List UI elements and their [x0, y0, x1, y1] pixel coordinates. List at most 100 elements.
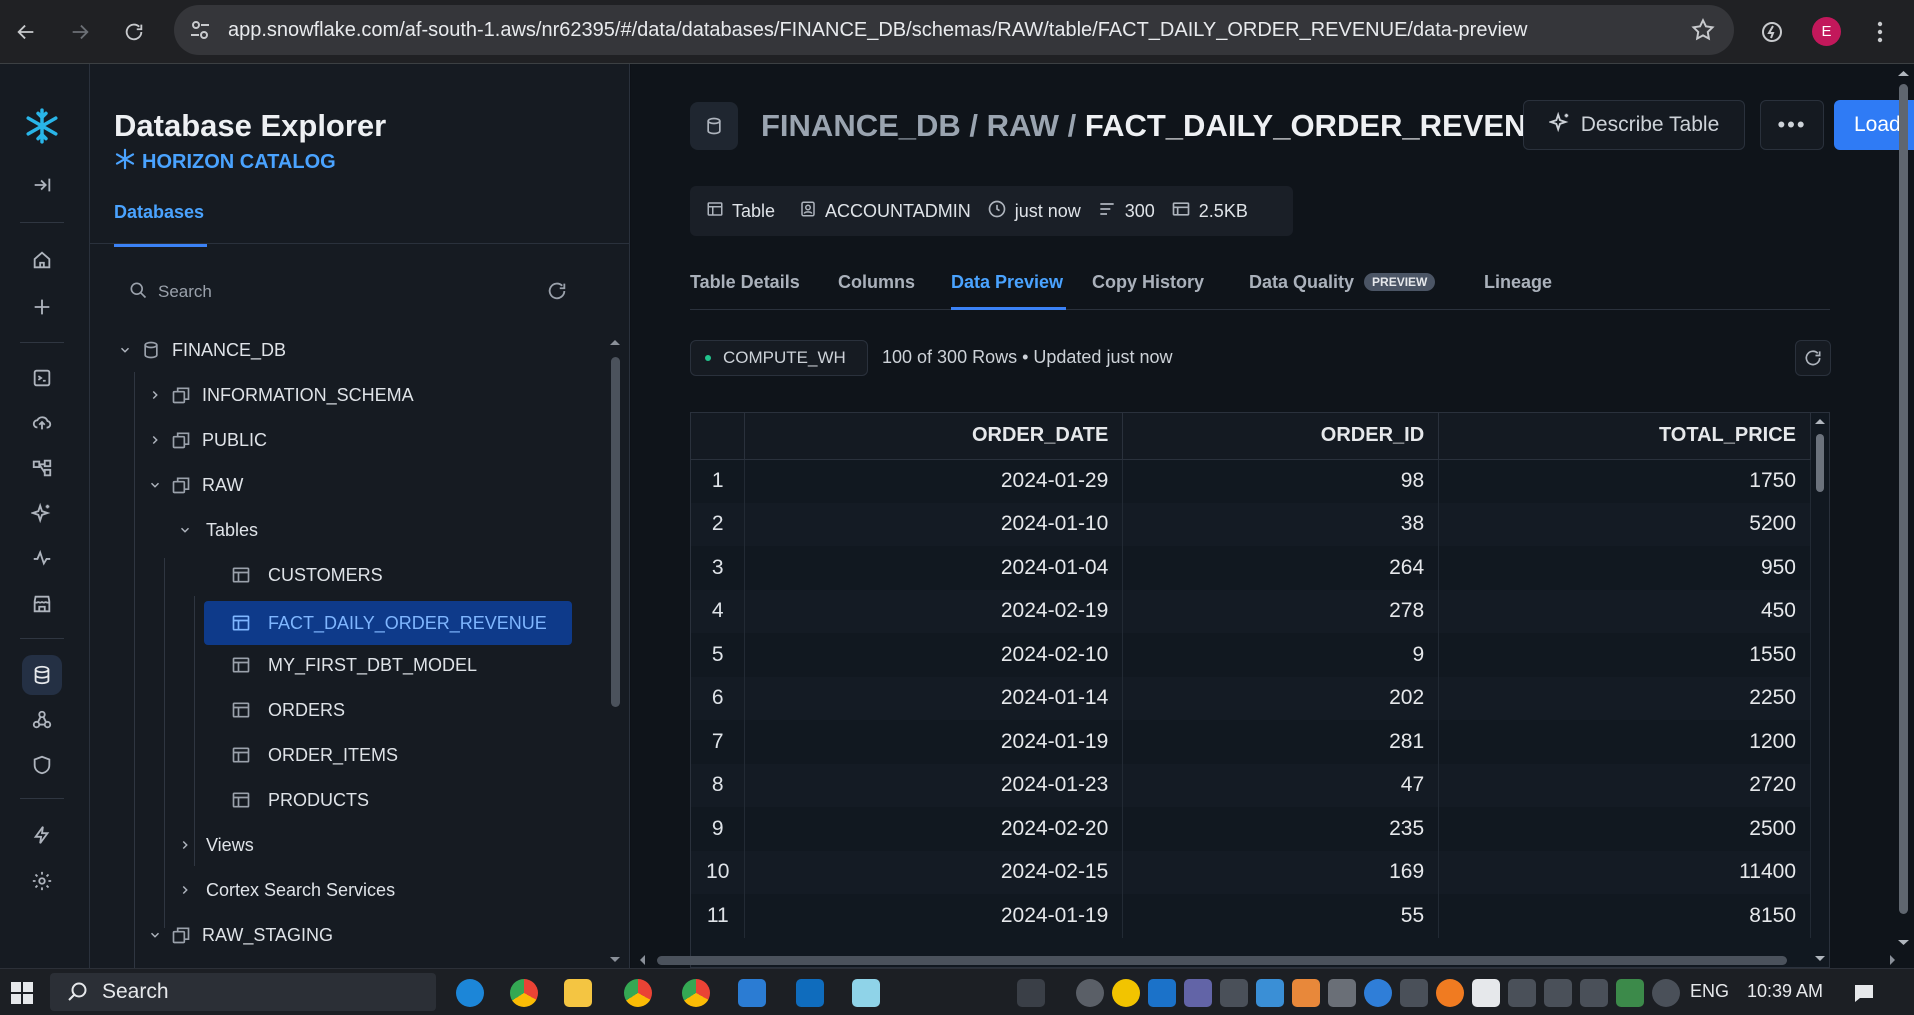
language-indicator[interactable]: ENG [1690, 981, 1729, 1002]
chevron-down-icon[interactable] [114, 343, 136, 357]
cell-order-id[interactable]: 38 [1122, 502, 1440, 546]
taskbar-search[interactable]: Search [50, 973, 436, 1011]
chevron-down-icon[interactable] [144, 928, 166, 942]
table-row[interactable]: 8 2024-01-23 47 2720 [691, 763, 1811, 807]
chevron-right-icon[interactable] [144, 433, 166, 447]
ai-studio-icon[interactable] [22, 493, 62, 533]
address-bar[interactable]: app.snowflake.com/af-south-1.aws/nr62395… [174, 5, 1734, 55]
bookmark-star-icon[interactable] [1690, 17, 1716, 48]
marketplace-icon[interactable] [22, 584, 62, 624]
tree-item-public[interactable]: PUBLIC [144, 420, 267, 460]
horizontal-scrollbar[interactable] [635, 952, 1900, 968]
breadcrumb-schema[interactable]: RAW [987, 108, 1059, 143]
cell-order-date[interactable]: 2024-01-14 [744, 676, 1124, 720]
table-row[interactable]: 7 2024-01-19 281 1200 [691, 720, 1811, 764]
cell-order-date[interactable]: 2024-02-19 [744, 589, 1124, 633]
tree-item-information-schema[interactable]: INFORMATION_SCHEMA [144, 375, 414, 415]
tray-bluetooth-icon[interactable] [1400, 979, 1428, 1007]
row-index[interactable]: 11 [691, 894, 746, 938]
cell-order-id[interactable]: 47 [1122, 763, 1440, 807]
row-index[interactable]: 9 [691, 807, 746, 851]
cell-total-price[interactable]: 2250 [1438, 676, 1811, 720]
collapse-sidebar-icon[interactable] [22, 165, 62, 205]
table-row[interactable]: 3 2024-01-04 264 950 [691, 546, 1811, 590]
tree-item-views[interactable]: Views [174, 825, 254, 865]
column-header-total-price[interactable]: TOTAL_PRICE [1438, 413, 1811, 460]
tray-defender-icon[interactable] [1472, 979, 1500, 1007]
news-widget-icon[interactable] [1017, 979, 1045, 1007]
extension-icon[interactable] [1754, 14, 1790, 50]
tree-item-tables[interactable]: Tables [174, 510, 258, 550]
cell-total-price[interactable]: 8150 [1438, 894, 1811, 938]
chevron-right-icon[interactable] [174, 883, 196, 897]
row-index[interactable]: 6 [691, 676, 746, 720]
column-header-order-id[interactable]: ORDER_ID [1122, 413, 1440, 460]
tab-lineage[interactable]: Lineage [1484, 272, 1552, 293]
file-explorer-icon[interactable] [564, 979, 592, 1007]
cell-order-date[interactable]: 2024-01-19 [744, 720, 1124, 764]
cell-total-price[interactable]: 950 [1438, 546, 1811, 590]
tray-outlook-icon[interactable] [1148, 979, 1176, 1007]
cell-order-date[interactable]: 2024-01-19 [744, 894, 1124, 938]
compute-bolt-icon[interactable] [22, 815, 62, 855]
monitoring-icon[interactable] [22, 538, 62, 578]
tree-item-raw[interactable]: RAW [144, 465, 243, 505]
vscode-icon[interactable] [738, 979, 766, 1007]
cell-order-id[interactable]: 55 [1122, 894, 1440, 938]
grid-scrollbar[interactable] [1811, 412, 1829, 968]
cell-order-date[interactable]: 2024-01-10 [744, 502, 1124, 546]
tree-item-my-first-dbt-model[interactable]: MY_FIRST_DBT_MODEL [226, 645, 477, 685]
tray-network-icon[interactable] [1256, 979, 1284, 1007]
create-plus-icon[interactable] [22, 287, 62, 327]
more-options-button[interactable]: ••• [1760, 100, 1824, 150]
settings-gear-icon[interactable] [22, 861, 62, 901]
row-index[interactable]: 8 [691, 763, 746, 807]
cell-total-price[interactable]: 2720 [1438, 763, 1811, 807]
tab-copy-history[interactable]: Copy History [1092, 272, 1204, 293]
home-icon[interactable] [22, 240, 62, 280]
tab-columns[interactable]: Columns [838, 272, 915, 293]
projects-icon[interactable] [22, 448, 62, 488]
tab-data-quality[interactable]: Data Quality PREVIEW [1249, 272, 1436, 293]
browser-menu-icon[interactable] [1862, 14, 1898, 50]
data-loading-icon[interactable] [22, 402, 62, 442]
refresh-tree-icon[interactable] [546, 280, 568, 307]
table-row[interactable]: 4 2024-02-19 278 450 [691, 589, 1811, 633]
site-info-icon[interactable] [188, 18, 212, 47]
edge-icon[interactable] [456, 979, 484, 1007]
meet-icon[interactable] [1580, 979, 1608, 1007]
tray-device-icon[interactable] [1328, 979, 1356, 1007]
chevron-right-icon[interactable] [144, 388, 166, 402]
data-catalog-icon[interactable] [22, 655, 62, 695]
reload-icon[interactable] [116, 14, 152, 50]
clock-time[interactable]: 10:39 AM [1747, 981, 1823, 1002]
table-row[interactable]: 2 2024-01-10 38 5200 [691, 502, 1811, 546]
row-index[interactable]: 4 [691, 589, 746, 633]
table-row[interactable]: 11 2024-01-19 55 8150 [691, 894, 1811, 938]
cell-order-id[interactable]: 281 [1122, 720, 1440, 764]
table-row[interactable]: 9 2024-02-20 235 2500 [691, 807, 1811, 851]
tab-databases[interactable]: Databases [114, 202, 204, 223]
cell-order-id[interactable]: 169 [1122, 850, 1440, 894]
teams-icon[interactable] [1184, 979, 1212, 1007]
table-row[interactable]: 5 2024-02-10 9 1550 [691, 633, 1811, 677]
cell-order-date[interactable]: 2024-01-04 [744, 546, 1124, 590]
cell-total-price[interactable]: 11400 [1438, 850, 1811, 894]
back-icon[interactable] [8, 14, 44, 50]
cell-total-price[interactable]: 1550 [1438, 633, 1811, 677]
chrome-active-icon[interactable] [624, 979, 652, 1007]
chatgpt-icon[interactable] [1076, 979, 1104, 1007]
cell-order-date[interactable]: 2024-01-29 [744, 459, 1124, 503]
forward-icon[interactable] [62, 14, 98, 50]
tree-item-products[interactable]: PRODUCTS [226, 780, 369, 820]
governance-shield-icon[interactable] [22, 745, 62, 785]
snowflake-logo-icon[interactable] [22, 106, 62, 146]
tab-table-details[interactable]: Table Details [690, 272, 800, 293]
cell-order-id[interactable]: 98 [1122, 459, 1440, 503]
tray-avast-icon[interactable] [1436, 979, 1464, 1007]
cell-total-price[interactable]: 1750 [1438, 459, 1811, 503]
cell-order-id[interactable]: 278 [1122, 589, 1440, 633]
warehouse-selector[interactable]: COMPUTE_WH [690, 340, 868, 376]
cell-order-date[interactable]: 2024-02-10 [744, 633, 1124, 677]
tree-item-customers[interactable]: CUSTOMERS [226, 555, 470, 595]
